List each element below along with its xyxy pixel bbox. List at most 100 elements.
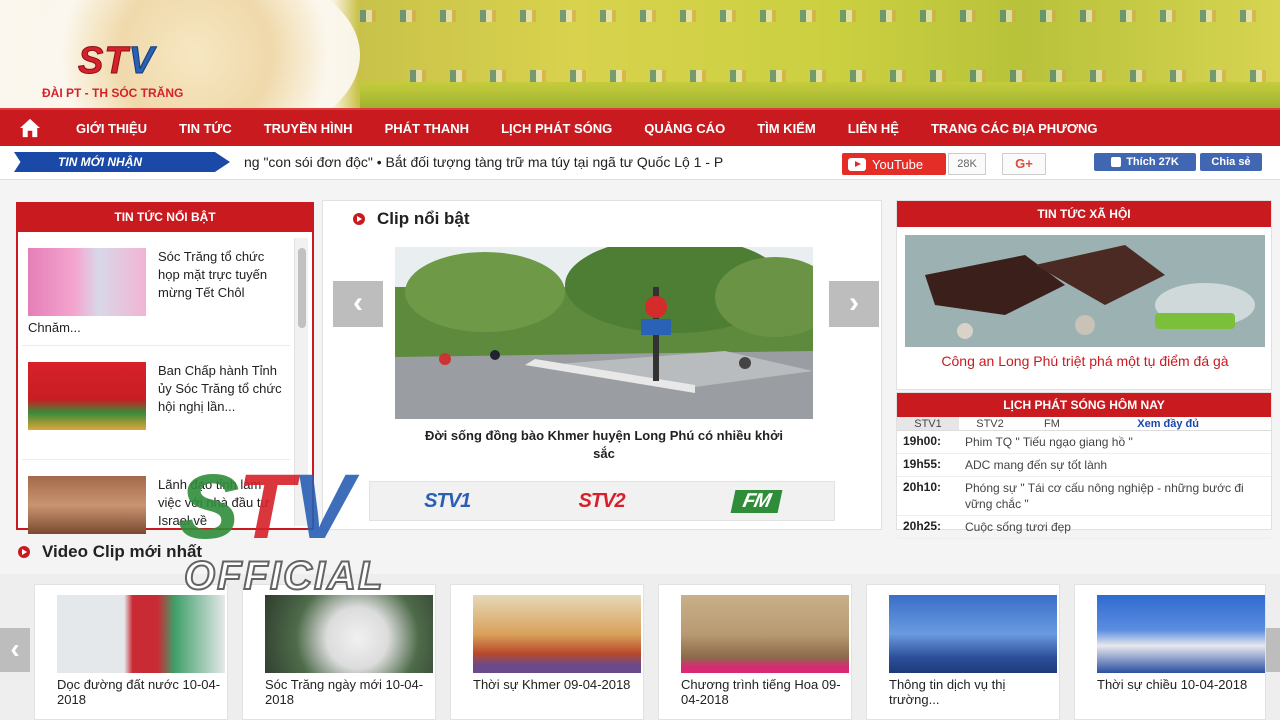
broadcast-schedule-panel: LỊCH PHÁT SÓNG HÔM NAY STV1 STV2 FM Xem …: [896, 392, 1272, 539]
latest-videos-heading: Video Clip mới nhất: [42, 542, 203, 561]
nav-item-quang-cao[interactable]: Quảng cáo: [628, 121, 741, 136]
news-item-title: Lãnh đạo tỉnh làm việc với nhà đầu tư Is…: [158, 477, 270, 528]
featured-clip-heading-row: Clip nổi bật: [353, 209, 470, 229]
clip-next-button[interactable]: ›: [829, 281, 879, 327]
ticker-headline-link[interactable]: ng "con sói đơn độc" • Bắt đối tượng tàn…: [244, 154, 830, 170]
schedule-program: ADC mang đến sự tốt lành: [965, 458, 1108, 472]
channel-fm-logo[interactable]: FM: [730, 489, 783, 513]
schedule-view-all-link[interactable]: Xem đầy đủ: [1137, 417, 1199, 430]
news-item-title-continued: Chnăm...: [28, 320, 81, 335]
videos-next-button[interactable]: [1266, 628, 1280, 672]
video-thumbnail: [57, 595, 225, 673]
nav-item-tin-tuc[interactable]: Tin tức: [163, 121, 248, 136]
social-news-heading: TIN TỨC XÃ HỘI: [897, 201, 1271, 227]
banner-people-row: [410, 70, 1280, 82]
ticker-label: TIN MỚI NHẬN: [14, 152, 230, 172]
video-card[interactable]: Thời sự Khmer 09-04-2018: [450, 584, 644, 720]
schedule-program: Phóng sự " Tái cơ cấu nông nghiệp - nhữn…: [965, 481, 1244, 511]
tab-fm[interactable]: FM: [1021, 417, 1083, 430]
video-card[interactable]: Dọc đường đất nước 10-04-2018: [34, 584, 228, 720]
clip-prev-button[interactable]: ‹: [333, 281, 383, 327]
featured-news-panel: TIN TỨC NỔI BẬT Sóc Trăng tổ chức họp mặ…: [16, 202, 314, 534]
banner-people-row: [360, 10, 1280, 22]
home-button[interactable]: [0, 109, 60, 147]
schedule-time: 20h25:: [903, 519, 942, 533]
featured-clip-video[interactable]: [395, 247, 813, 419]
videos-prev-button[interactable]: ‹: [0, 628, 30, 672]
banner-rice-field: [360, 82, 1280, 108]
video-thumbnail: [265, 595, 433, 673]
channel-stv2-logo[interactable]: STV2: [579, 490, 626, 513]
facebook-like-button[interactable]: Thích 27K: [1094, 153, 1196, 171]
facebook-share-button[interactable]: Chia sẻ: [1200, 153, 1262, 171]
youtube-subscribe-button[interactable]: YouTube: [842, 153, 946, 175]
nav-item-trang-cac-dia-phuong[interactable]: Trang các địa phương: [915, 121, 1114, 136]
play-circle-icon: [18, 546, 30, 558]
news-ticker-bar: TIN MỚI NHẬN ng "con sói đơn độc" • Bắt …: [0, 146, 1280, 180]
main-nav: Giới thiệu Tin tức Truyền hình Phát than…: [0, 108, 1280, 146]
logo-wordmark: STV: [78, 40, 155, 82]
nav-item-gioi-thieu[interactable]: Giới thiệu: [60, 121, 163, 136]
video-title: Chương trình tiếng Hoa 09-04-2018: [681, 677, 841, 707]
featured-clip-heading: Clip nổi bật: [377, 209, 470, 228]
video-card[interactable]: Thời sự chiều 10-04-2018: [1074, 584, 1266, 720]
featured-clip-panel: Clip nổi bật ‹ › Đời sống đồng bào Khmer…: [322, 200, 882, 530]
schedule-row: 19h55: ADC mang đến sự tốt lành: [897, 454, 1271, 477]
featured-clip-caption: Đời sống đồng bào Khmer huyện Long Phú c…: [425, 428, 783, 461]
schedule-time: 19h00:: [903, 434, 942, 448]
schedule-time: 19h55:: [903, 457, 942, 471]
nav-item-lich-phat-song[interactable]: Lịch phát sóng: [485, 121, 628, 136]
video-card[interactable]: Thông tin dịch vụ thị trường...: [866, 584, 1060, 720]
logo-tagline: ĐÀI PT - TH SÓC TRĂNG: [42, 86, 184, 100]
schedule-row: 19h00: Phim TQ " Tiếu ngạo giang hồ ": [897, 431, 1271, 454]
nav-item-tim-kiem[interactable]: Tìm kiếm: [741, 121, 832, 136]
schedule-heading: LỊCH PHÁT SÓNG HÔM NAY: [897, 393, 1271, 417]
video-card[interactable]: Chương trình tiếng Hoa 09-04-2018: [658, 584, 852, 720]
video-thumbnail: [681, 595, 849, 673]
featured-news-item[interactable]: Sóc Trăng tổ chức họp mặt trực tuyến mừn…: [22, 236, 290, 346]
social-news-image[interactable]: [905, 235, 1265, 347]
schedule-program: Phim TQ " Tiếu ngạo giang hồ ": [965, 435, 1133, 449]
play-circle-icon: [353, 213, 365, 225]
nav-item-phat-thanh[interactable]: Phát thanh: [369, 121, 486, 136]
nav-item-lien-he[interactable]: Liên hệ: [832, 121, 915, 136]
news-thumbnail: [28, 248, 146, 316]
nav-item-truyen-hinh[interactable]: Truyền hình: [248, 121, 369, 136]
channel-stv1-logo[interactable]: STV1: [424, 490, 471, 513]
featured-news-item[interactable]: Lãnh đạo tỉnh làm việc với nhà đầu tư Is…: [22, 464, 290, 534]
news-item-title: Ban Chấp hành Tỉnh ủy Sóc Trăng tổ chức …: [158, 363, 282, 414]
video-title: Sóc Trăng ngày mới 10-04-2018: [265, 677, 424, 707]
youtube-play-icon: [848, 157, 866, 171]
tab-stv1[interactable]: STV1: [897, 417, 959, 430]
schedule-row: 20h25: Cuộc sống tươi đẹp: [897, 516, 1271, 539]
latest-videos-heading-row: Video Clip mới nhất: [18, 542, 202, 562]
schedule-program: Cuộc sống tươi đẹp: [965, 520, 1071, 534]
site-logo[interactable]: STV ĐÀI PT - TH SÓC TRĂNG: [42, 40, 188, 102]
tab-stv2[interactable]: STV2: [959, 417, 1021, 430]
news-thumbnail: [28, 362, 146, 430]
video-card[interactable]: Sóc Trăng ngày mới 10-04-2018: [242, 584, 436, 720]
featured-news-heading: TIN TỨC NỔI BẬT: [18, 202, 312, 232]
social-news-photo: [905, 235, 1265, 347]
social-news-caption: Công an Long Phú triệt phá một tụ điểm đ…: [941, 353, 1229, 369]
video-title: Thông tin dịch vụ thị trường...: [889, 677, 1006, 707]
channel-logo-bar: STV1 STV2 FM: [369, 481, 835, 521]
home-icon: [20, 118, 40, 138]
scrollbar-thumb[interactable]: [298, 248, 306, 328]
video-title: Thời sự chiều 10-04-2018: [1097, 677, 1248, 692]
featured-news-scrollbar[interactable]: [294, 238, 308, 526]
video-title: Thời sự Khmer 09-04-2018: [473, 677, 631, 692]
video-thumbnail: [1097, 595, 1265, 673]
featured-news-item[interactable]: Ban Chấp hành Tỉnh ủy Sóc Trăng tổ chức …: [22, 350, 290, 460]
schedule-time: 20h10:: [903, 480, 942, 494]
youtube-label: YouTube: [872, 156, 924, 172]
google-plus-button[interactable]: G+: [1002, 153, 1046, 175]
news-item-title: Sóc Trăng tổ chức họp mặt trực tuyến mừn…: [158, 249, 268, 300]
schedule-row: 20h10: Phóng sự " Tái cơ cấu nông nghiệp…: [897, 477, 1271, 516]
video-thumbnail: [889, 595, 1057, 673]
facebook-like-label: Thích 27K: [1126, 156, 1179, 168]
schedule-channel-tabs: STV1 STV2 FM Xem đầy đủ: [897, 417, 1271, 431]
header-banner: STV ĐÀI PT - TH SÓC TRĂNG: [0, 0, 1280, 108]
thumbs-up-icon: [1111, 157, 1122, 167]
social-news-panel: TIN TỨC XÃ HỘI Công an Long Phú triệt ph…: [896, 200, 1272, 390]
